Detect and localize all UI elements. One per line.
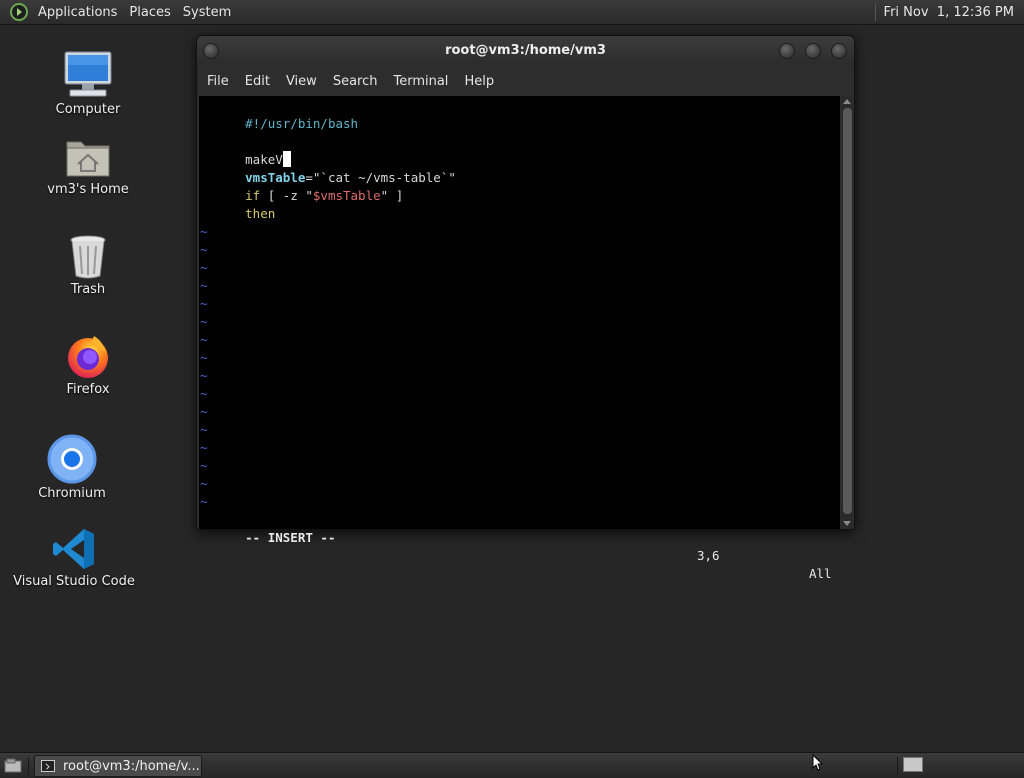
menu-view[interactable]: View: [280, 74, 323, 89]
vim-empty-line-tilde: ~: [200, 458, 208, 473]
vim-status-line: -- INSERT -- 3,6 All: [200, 511, 836, 581]
terminal-icon: [41, 760, 55, 772]
terminal-text-area[interactable]: #!/usr/bin/bash makeV vmsTable="`cat ~/v…: [199, 96, 840, 581]
desktop-icon-label: Firefox: [66, 382, 110, 397]
menu-search[interactable]: Search: [327, 74, 384, 89]
window-title: root@vm3:/home/vm3: [445, 43, 606, 58]
vim-mode: -- INSERT --: [245, 530, 336, 545]
vim-empty-line-tilde: ~: [200, 224, 208, 239]
window-menu-icon[interactable]: [203, 43, 219, 59]
code-comment: #!/usr/bin/bash: [245, 116, 359, 131]
firefox-icon: [68, 336, 108, 378]
panel-separator: [28, 757, 29, 775]
desktop-icon-chromium[interactable]: Chromium: [7, 428, 137, 501]
code-keyword: then: [245, 206, 276, 221]
desktop-icon-label: Trash: [70, 282, 106, 297]
code-line-if: if [ -z "$vmsTable" ]: [200, 169, 403, 203]
chromium-icon: [47, 434, 97, 484]
vim-empty-line-tilde: ~: [200, 260, 208, 275]
menu-help[interactable]: Help: [458, 74, 500, 89]
menu-terminal[interactable]: Terminal: [387, 74, 454, 89]
window-titlebar[interactable]: root@vm3:/home/vm3: [197, 36, 854, 66]
bottom-panel: root@vm3:/home/v...: [0, 752, 1024, 778]
panel-separator: [874, 3, 876, 21]
desktop-icon-label: vm3's Home: [47, 182, 129, 197]
home-folder-icon: [66, 141, 110, 177]
distro-logo-icon[interactable]: [8, 1, 30, 23]
vim-empty-line-tilde: ~: [200, 440, 208, 455]
code-line-assign: vmsTable="`cat ~/vms-table`": [200, 151, 456, 185]
minimize-button[interactable]: [779, 43, 795, 59]
vim-empty-line-tilde: ~: [200, 404, 208, 419]
desktop-icon-firefox[interactable]: Firefox: [23, 324, 153, 397]
vim-empty-line-tilde: ~: [200, 386, 208, 401]
desktop-icon-label: Visual Studio Code: [13, 574, 135, 589]
vim-empty-line-tilde: ~: [200, 422, 208, 437]
scroll-indicator: All: [809, 566, 832, 581]
terminal-menubar: File Edit View Search Terminal Help: [197, 66, 854, 96]
close-button[interactable]: [831, 43, 847, 59]
desktop-icon-label: Chromium: [38, 486, 106, 501]
code-text: " ]: [380, 188, 404, 203]
places-menu[interactable]: Places: [123, 0, 176, 25]
vim-empty-line-tilde: ~: [200, 350, 208, 365]
vim-empty-line-tilde: ~: [200, 494, 208, 509]
mouse-pointer-icon: [812, 754, 824, 771]
code-line-make: makeV: [200, 133, 291, 167]
scroll-down-icon[interactable]: [843, 521, 851, 526]
code-line-shebang: #!/usr/bin/bash: [200, 97, 358, 131]
vim-empty-line-tilde: ~: [200, 278, 208, 293]
vim-empty-line-tilde: ~: [200, 368, 208, 383]
show-desktop-icon[interactable]: [4, 758, 22, 773]
scroll-up-icon[interactable]: [843, 99, 851, 104]
desktop-icon-home[interactable]: vm3's Home: [23, 124, 153, 197]
taskbar-button-label: root@vm3:/home/v...: [63, 758, 200, 774]
desktop-icon-computer[interactable]: Computer: [23, 44, 153, 117]
vim-empty-line-tilde: ~: [200, 296, 208, 311]
cursor-position: 3,6: [697, 548, 720, 563]
applications-menu[interactable]: Applications: [32, 0, 123, 25]
terminal-scrollbar[interactable]: [841, 96, 853, 529]
vscode-icon: [53, 529, 94, 569]
desktop-icon-label: Computer: [55, 102, 121, 117]
clock[interactable]: Fri Nov 1, 12:36 PM: [884, 5, 1024, 20]
desktop-icon-vscode[interactable]: Visual Studio Code: [9, 516, 139, 589]
menu-edit[interactable]: Edit: [239, 74, 276, 89]
code-line-then: then: [200, 187, 275, 221]
trash-icon: [70, 235, 106, 279]
menu-file[interactable]: File: [201, 74, 235, 89]
scroll-thumb[interactable]: [843, 108, 852, 514]
system-menu[interactable]: System: [177, 0, 237, 25]
maximize-button[interactable]: [805, 43, 821, 59]
vim-empty-line-tilde: ~: [200, 314, 208, 329]
workspace-switcher[interactable]: [903, 757, 923, 772]
desktop-icon-trash[interactable]: Trash: [23, 224, 153, 297]
taskbar-button-terminal[interactable]: root@vm3:/home/v...: [34, 755, 202, 777]
vim-empty-line-tilde: ~: [200, 332, 208, 347]
terminal-window[interactable]: root@vm3:/home/vm3 File Edit View Search…: [196, 35, 855, 581]
top-panel: Applications Places System Fri Nov 1, 12…: [0, 0, 1024, 25]
code-string: $vmsTable: [312, 188, 381, 203]
panel-separator: [897, 757, 898, 775]
vim-empty-line-tilde: ~: [200, 476, 208, 491]
vim-empty-line-tilde: ~: [200, 242, 208, 257]
computer-icon: [64, 51, 112, 97]
